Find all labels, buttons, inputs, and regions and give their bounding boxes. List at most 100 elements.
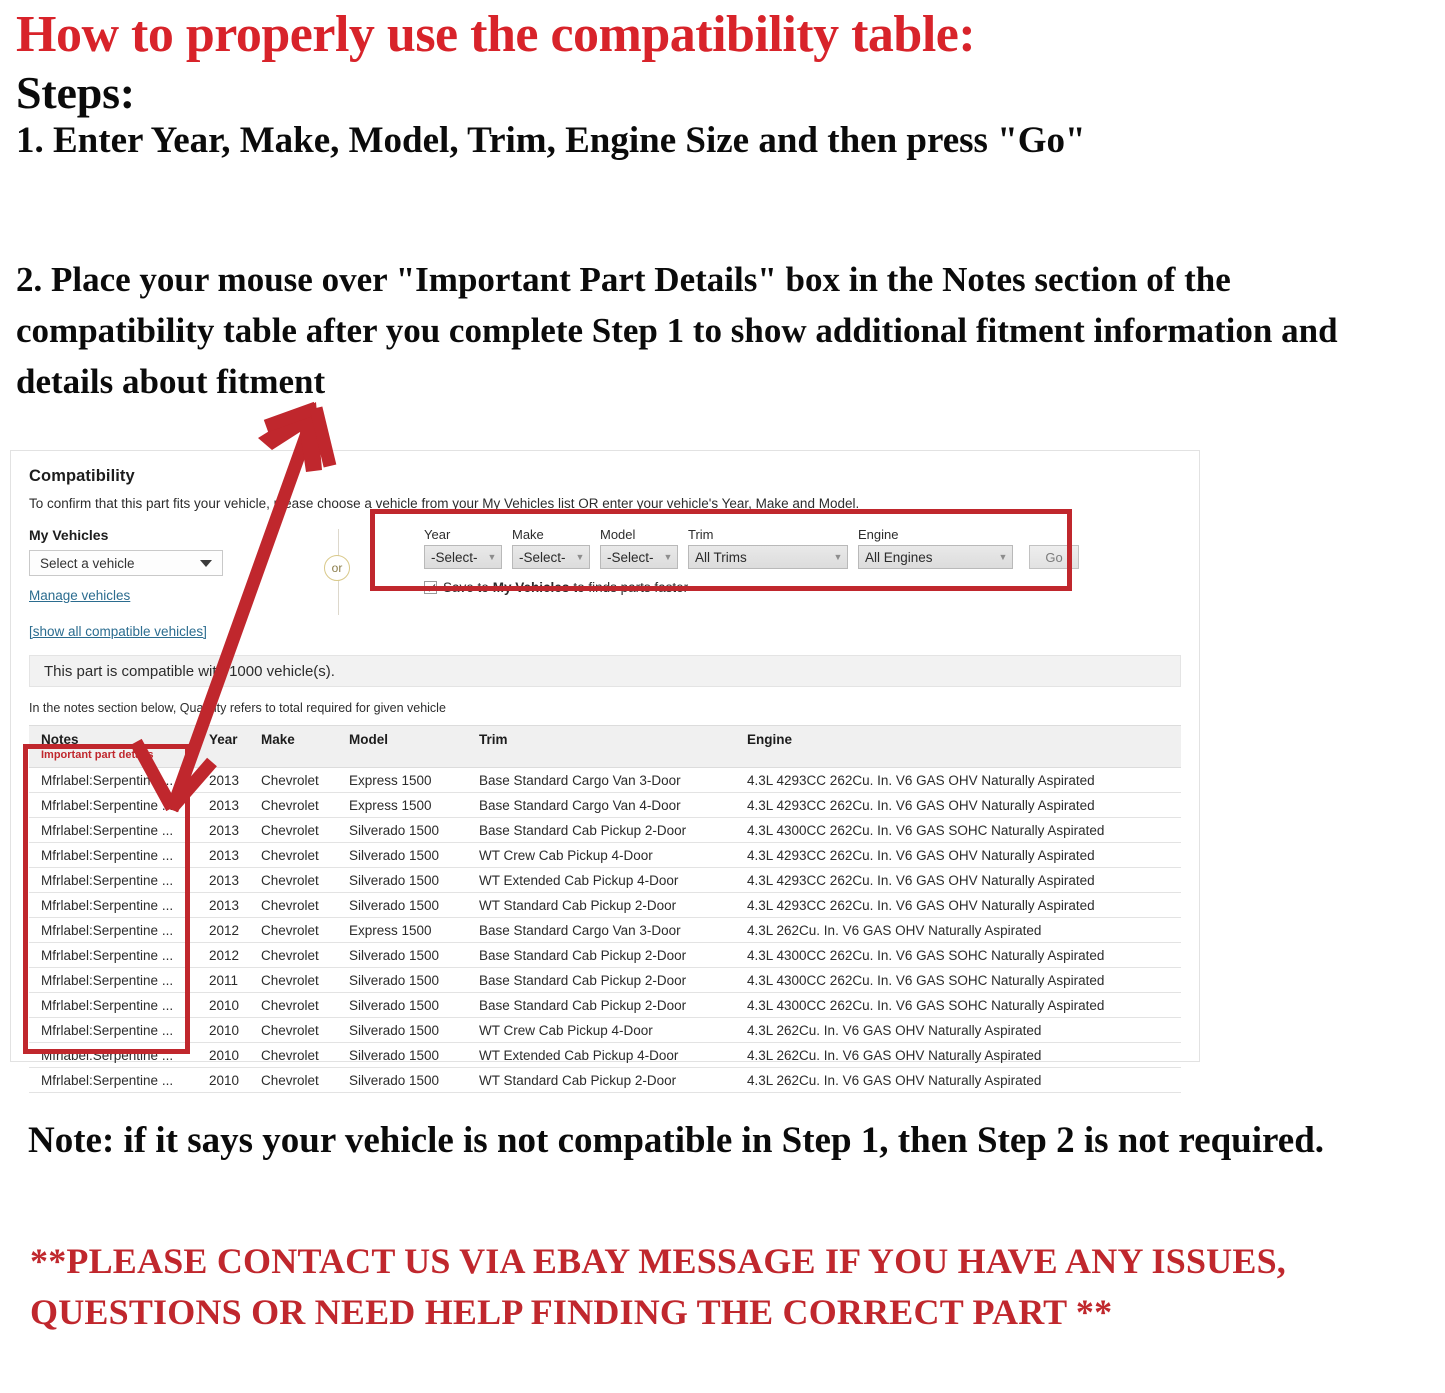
cell-notes[interactable]: Mfrlabel:Serpentine ... xyxy=(29,867,197,893)
cell-notes[interactable]: Mfrlabel:Serpentine ... xyxy=(29,1067,197,1093)
column-header-trim[interactable]: Trim xyxy=(467,725,735,768)
cell-year: 2013 xyxy=(197,767,249,793)
cell-model: Silverado 1500 xyxy=(337,1017,467,1043)
cell-notes[interactable]: Mfrlabel:Serpentine ... xyxy=(29,992,197,1018)
cell-model: Silverado 1500 xyxy=(337,1042,467,1068)
table-row: Mfrlabel:Serpentine ... 2013 Chevrolet Silv… xyxy=(29,867,1181,893)
save-to-my-vehicles-row[interactable]: Save to My Vehicles to finds parts faste… xyxy=(424,580,1084,595)
compatibility-count-banner: This part is compatible with 1000 vehicl… xyxy=(29,655,1181,687)
cell-make: Chevrolet xyxy=(249,792,337,818)
cell-year: 2010 xyxy=(197,1017,249,1043)
my-vehicles-select[interactable]: Select a vehicle xyxy=(29,550,223,576)
cell-make: Chevrolet xyxy=(249,817,337,843)
trim-label: Trim xyxy=(688,527,714,542)
cell-model: Silverado 1500 xyxy=(337,992,467,1018)
cell-trim: WT Crew Cab Pickup 4-Door xyxy=(467,1017,735,1043)
cell-notes[interactable]: Mfrlabel:Serpentine ... xyxy=(29,767,197,793)
trim-select[interactable]: All Trims ▼ xyxy=(688,545,848,569)
year-label: Year xyxy=(424,527,451,542)
table-row: Mfrlabel:Serpentine ... 2013 Chevrolet Silv… xyxy=(29,817,1181,843)
cell-make: Chevrolet xyxy=(249,842,337,868)
cell-trim: Base Standard Cab Pickup 2-Door xyxy=(467,967,735,993)
cell-trim: Base Standard Cab Pickup 2-Door xyxy=(467,992,735,1018)
engine-select[interactable]: All Engines ▼ xyxy=(858,545,1013,569)
cell-trim: WT Standard Cab Pickup 2-Door xyxy=(467,892,735,918)
year-selector-group: Year -Select- ▼ xyxy=(424,527,502,569)
table-header-row: Notes Important part details Year Make M… xyxy=(29,725,1181,768)
compatibility-panel: Compatibility To confirm that this part … xyxy=(10,450,1200,1093)
cell-make: Chevrolet xyxy=(249,917,337,943)
table-row: Mfrlabel:Serpentine ... 2013 Chevrolet Silv… xyxy=(29,842,1181,868)
manage-vehicles-link[interactable]: Manage vehicles xyxy=(29,588,259,603)
cell-make: Chevrolet xyxy=(249,1017,337,1043)
chevron-down-icon: ▼ xyxy=(575,552,585,562)
or-divider-label: or xyxy=(324,555,350,581)
cell-notes[interactable]: Mfrlabel:Serpentine ... xyxy=(29,917,197,943)
important-part-details-label[interactable]: Important part details xyxy=(41,749,197,761)
column-header-notes[interactable]: Notes Important part details xyxy=(29,725,197,768)
table-row: Mfrlabel:Serpentine ... 2010 Chevrolet Silv… xyxy=(29,1017,1181,1043)
cell-notes[interactable]: Mfrlabel:Serpentine ... xyxy=(29,1017,197,1043)
cell-notes[interactable]: Mfrlabel:Serpentine ... xyxy=(29,892,197,918)
engine-selector-group: Engine All Engines ▼ xyxy=(858,527,1013,569)
engine-label: Engine xyxy=(858,527,899,542)
cell-model: Silverado 1500 xyxy=(337,867,467,893)
cell-model: Silverado 1500 xyxy=(337,967,467,993)
compatibility-table-body: Mfrlabel:Serpentine ... 2013 Chevrolet Expr… xyxy=(29,767,1181,1093)
cell-model: Silverado 1500 xyxy=(337,942,467,968)
table-row: Mfrlabel:Serpentine ... 2013 Chevrolet Silv… xyxy=(29,892,1181,918)
column-header-model[interactable]: Model xyxy=(337,725,467,768)
vehicle-selectors: Year -Select- ▼ Make -Select- ▼ Model -S… xyxy=(424,527,1084,595)
column-header-year[interactable]: Year xyxy=(197,725,249,768)
cell-year: 2011 xyxy=(197,967,249,993)
vehicle-chooser: My Vehicles Select a vehicle Manage vehi… xyxy=(29,527,1181,623)
cell-notes[interactable]: Mfrlabel:Serpentine ... xyxy=(29,792,197,818)
steps-label: Steps: xyxy=(16,66,135,118)
cell-engine: 4.3L 4293CC 262Cu. In. V6 GAS OHV Natura… xyxy=(735,867,1181,893)
cell-engine: 4.3L 4293CC 262Cu. In. V6 GAS OHV Natura… xyxy=(735,842,1181,868)
chevron-down-icon: ▼ xyxy=(663,552,673,562)
contact-note: **PLEASE CONTACT US VIA EBAY MESSAGE IF … xyxy=(30,1241,1287,1333)
show-all-compatible-vehicles-link[interactable]: [show all compatible vehicles] xyxy=(29,624,207,639)
cell-trim: Base Standard Cab Pickup 2-Door xyxy=(467,942,735,968)
make-select[interactable]: -Select- ▼ xyxy=(512,545,590,569)
cell-notes[interactable]: Mfrlabel:Serpentine ... xyxy=(29,817,197,843)
compatibility-subtitle: To confirm that this part fits your vehi… xyxy=(29,496,860,511)
table-row: Mfrlabel:Serpentine ... 2012 Chevrolet Expr… xyxy=(29,917,1181,943)
table-row: Mfrlabel:Serpentine ... 2013 Chevrolet Expr… xyxy=(29,792,1181,818)
column-header-make[interactable]: Make xyxy=(249,725,337,768)
cell-trim: Base Standard Cargo Van 4-Door xyxy=(467,792,735,818)
my-vehicles-label: My Vehicles xyxy=(29,527,109,543)
cell-year: 2013 xyxy=(197,867,249,893)
table-row: Mfrlabel:Serpentine ... 2011 Chevrolet Silv… xyxy=(29,967,1181,993)
cell-make: Chevrolet xyxy=(249,867,337,893)
column-header-engine[interactable]: Engine xyxy=(735,725,1181,768)
trim-selector-group: Trim All Trims ▼ xyxy=(688,527,848,569)
save-suffix-label: to finds parts faster xyxy=(573,580,689,595)
cell-engine: 4.3L 4300CC 262Cu. In. V6 GAS SOHC Natur… xyxy=(735,992,1181,1018)
model-select[interactable]: -Select- ▼ xyxy=(600,545,678,569)
cell-engine: 4.3L 262Cu. In. V6 GAS OHV Naturally Asp… xyxy=(735,917,1181,943)
cell-engine: 4.3L 4293CC 262Cu. In. V6 GAS OHV Natura… xyxy=(735,892,1181,918)
footer-note: Note: if it says your vehicle is not com… xyxy=(28,1120,1325,1161)
cell-trim: WT Extended Cab Pickup 4-Door xyxy=(467,1042,735,1068)
year-select[interactable]: -Select- ▼ xyxy=(424,545,502,569)
cell-model: Express 1500 xyxy=(337,792,467,818)
make-selector-group: Make -Select- ▼ xyxy=(512,527,590,569)
cell-make: Chevrolet xyxy=(249,1067,337,1093)
cell-notes[interactable]: Mfrlabel:Serpentine ... xyxy=(29,842,197,868)
cell-engine: 4.3L 262Cu. In. V6 GAS OHV Naturally Asp… xyxy=(735,1067,1181,1093)
cell-model: Express 1500 xyxy=(337,767,467,793)
cell-notes[interactable]: Mfrlabel:Serpentine ... xyxy=(29,1042,197,1068)
cell-model: Silverado 1500 xyxy=(337,842,467,868)
cell-engine: 4.3L 4293CC 262Cu. In. V6 GAS OHV Natura… xyxy=(735,767,1181,793)
page-title: How to properly use the compatibility ta… xyxy=(16,6,976,63)
cell-notes[interactable]: Mfrlabel:Serpentine ... xyxy=(29,942,197,968)
table-row: Mfrlabel:Serpentine ... 2013 Chevrolet Expr… xyxy=(29,767,1181,793)
go-button[interactable]: Go xyxy=(1029,545,1079,569)
chevron-down-icon xyxy=(200,559,212,567)
cell-year: 2010 xyxy=(197,1067,249,1093)
save-vehicle-checkbox[interactable] xyxy=(424,581,437,594)
table-row: Mfrlabel:Serpentine ... 2010 Chevrolet Silv… xyxy=(29,1042,1181,1068)
cell-notes[interactable]: Mfrlabel:Serpentine ... xyxy=(29,967,197,993)
